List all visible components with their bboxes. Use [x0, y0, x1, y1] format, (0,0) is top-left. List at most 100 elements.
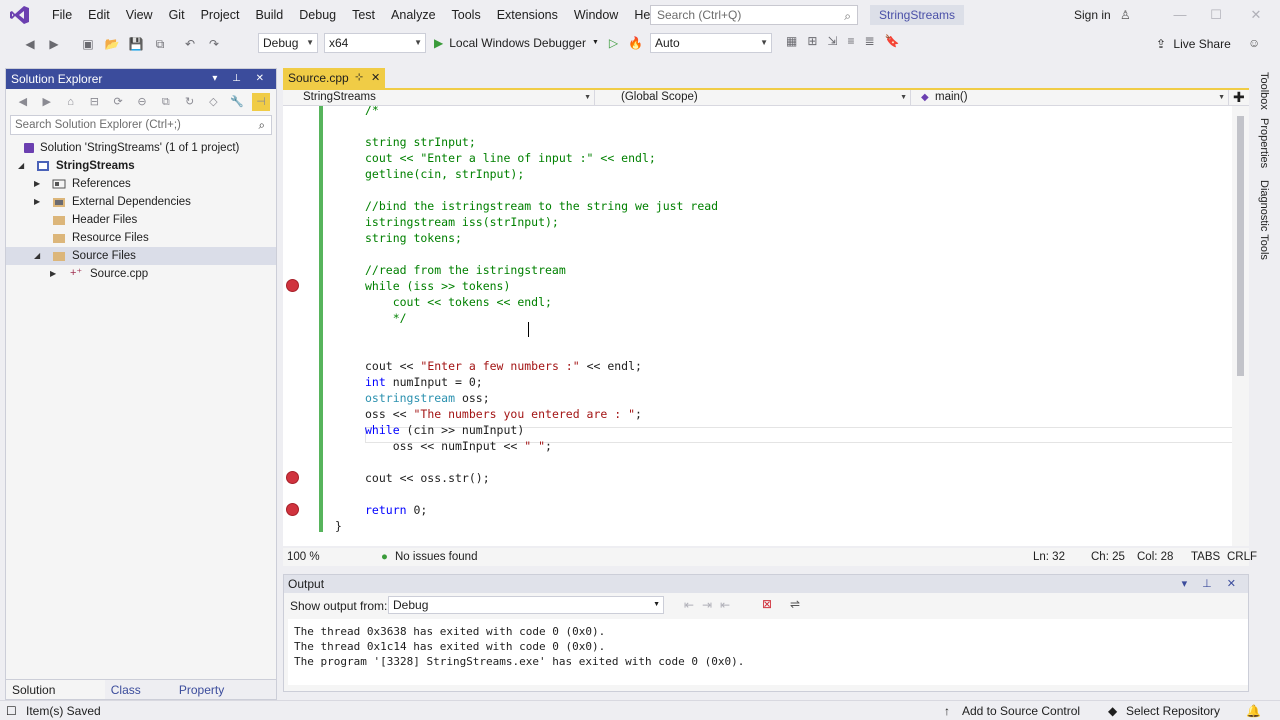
menu-file[interactable]: File — [44, 0, 80, 30]
pin-icon[interactable]: ⊣ — [252, 93, 270, 111]
tree-item-header-files[interactable]: Header Files — [6, 211, 276, 229]
output-text-area[interactable]: The thread 0x3638 has exited with code 0… — [288, 619, 1248, 685]
project-dropdown[interactable]: StringStreams ▼ — [283, 90, 595, 105]
code-line: string strInput; — [365, 135, 476, 149]
open-file-icon[interactable]: 📂 — [102, 34, 122, 54]
tab-property-manager[interactable]: Property Manager — [173, 680, 276, 717]
forward-icon[interactable]: ▶ — [38, 93, 56, 111]
editor-vertical-scrollbar[interactable] — [1232, 106, 1249, 546]
preview-icon[interactable]: ◇ — [205, 93, 223, 111]
breakpoint-icon[interactable] — [286, 471, 299, 484]
feedback-icon[interactable]: ☺ — [1248, 36, 1260, 50]
add-to-source-control-button[interactable]: Add to Source Control — [962, 701, 1080, 720]
select-repository-button[interactable]: Select Repository — [1126, 701, 1220, 720]
uncomment-icon[interactable]: ≣ — [864, 34, 874, 48]
collapse-all-icon[interactable]: ⊖ — [133, 93, 151, 111]
breakpoint-icon[interactable] — [286, 279, 299, 292]
tree-item-resource-files[interactable]: Resource Files — [6, 229, 276, 247]
tree-item-solution[interactable]: Solution 'StringStreams' (1 of 1 project… — [6, 139, 276, 157]
save-all-icon[interactable]: ⧉ — [150, 34, 170, 54]
output-title: Output — [288, 577, 325, 591]
side-tab-diagnostic-tools[interactable]: Diagnostic Tools — [1258, 180, 1270, 260]
expanded-arrow-icon[interactable]: ◢ — [18, 157, 24, 175]
refresh-icon[interactable]: ↻ — [181, 93, 199, 111]
menu-extensions[interactable]: Extensions — [489, 0, 566, 30]
tree-item-references[interactable]: ▶ References — [6, 175, 276, 193]
tab-class-view[interactable]: Class View — [105, 680, 173, 717]
output-nav-icons[interactable]: ⇤⇥⇤ — [684, 598, 738, 612]
platform-dropdown[interactable]: x64 ▼ — [324, 33, 426, 53]
expanded-arrow-icon[interactable]: ◢ — [34, 247, 40, 265]
hot-reload-icon[interactable]: 🔥 — [628, 33, 643, 53]
sync-icon[interactable]: ⟳ — [109, 93, 127, 111]
close-icon[interactable]: ✕ — [371, 68, 380, 88]
save-icon[interactable]: 💾 — [126, 34, 146, 54]
collapsed-arrow-icon[interactable]: ▶ — [34, 193, 40, 211]
undo-icon[interactable]: ↶ — [180, 34, 200, 54]
word-wrap-icon[interactable]: ⇌ — [790, 597, 800, 611]
tab-source-cpp[interactable]: Source.cpp ⊹ ✕ — [283, 68, 385, 88]
editor-navigation-bar: StringStreams ▼ (Global Scope) ▼ ◆ main(… — [283, 89, 1249, 106]
notifications-icon[interactable]: 🔔 — [1246, 701, 1261, 720]
issues-status[interactable]: No issues found — [395, 548, 477, 566]
new-project-icon[interactable]: ▣ — [78, 34, 98, 54]
panel-header-icons[interactable]: ▾ ⊥ ✕ — [1182, 575, 1242, 593]
side-tab-toolbox[interactable]: Toolbox — [1258, 72, 1270, 110]
step-icon[interactable]: ⇲ — [827, 34, 837, 48]
menu-analyze[interactable]: Analyze — [383, 0, 443, 30]
home-icon[interactable]: ⌂ — [62, 93, 80, 111]
menu-test[interactable]: Test — [344, 0, 383, 30]
collapsed-arrow-icon[interactable]: ▶ — [50, 265, 56, 283]
collapsed-arrow-icon[interactable]: ▶ — [34, 175, 40, 193]
global-search-input[interactable]: Search (Ctrl+Q) ⌕ — [650, 5, 858, 25]
zoom-level[interactable]: 100 % — [287, 548, 320, 566]
panel-header-icons[interactable]: ▾ ⊥ ✕ — [212, 69, 270, 89]
forward-icon[interactable]: ▶ — [44, 34, 64, 54]
menu-window[interactable]: Window — [566, 0, 626, 30]
solution-explorer-search-input[interactable]: Search Solution Explorer (Ctrl+;) ⌕ — [10, 115, 272, 135]
tab-solution-explorer[interactable]: Solution Explorer — [6, 680, 105, 717]
configuration-dropdown[interactable]: Debug ▼ — [258, 33, 318, 53]
comment-icon[interactable]: ≡ — [847, 34, 854, 48]
code-editor[interactable]: /* string strInput; cout << "Enter a lin… — [283, 106, 1249, 546]
line-ending[interactable]: CRLF — [1227, 548, 1257, 566]
member-dropdown[interactable]: ◆ main() ▼ — [915, 90, 1229, 105]
scrollbar-thumb[interactable] — [1237, 116, 1244, 376]
tree-item-external-dependencies[interactable]: ▶ External Dependencies — [6, 193, 276, 211]
format-icon[interactable]: ⊞ — [807, 34, 817, 48]
close-window-button[interactable]: ✕ — [1236, 0, 1276, 30]
tree-item-source-files[interactable]: ◢ Source Files — [6, 247, 276, 265]
menu-build[interactable]: Build — [247, 0, 291, 30]
scope-dropdown[interactable]: (Global Scope) ▼ — [599, 90, 911, 105]
menu-view[interactable]: View — [118, 0, 161, 30]
split-editor-icon[interactable]: ✚ — [1233, 89, 1245, 106]
side-tab-properties[interactable]: Properties — [1258, 118, 1270, 168]
indent-mode[interactable]: TABS — [1191, 548, 1220, 566]
menu-project[interactable]: Project — [193, 0, 248, 30]
sign-in-button[interactable]: Sign in ♙ — [1074, 0, 1131, 30]
back-icon[interactable]: ◀ — [14, 93, 32, 111]
redo-icon[interactable]: ↷ — [204, 34, 224, 54]
output-source-dropdown[interactable]: Debug ▼ — [388, 596, 664, 614]
clear-all-icon[interactable]: ⊠ — [762, 597, 772, 611]
switch-views-icon[interactable]: ⊟ — [85, 93, 103, 111]
auto-dropdown[interactable]: Auto ▼ — [650, 33, 772, 53]
layout-icon[interactable]: ▦ — [786, 34, 797, 48]
menu-edit[interactable]: Edit — [80, 0, 118, 30]
tree-item-source-cpp[interactable]: ▶ +⁺ Source.cpp — [6, 265, 276, 283]
start-without-debugging-icon[interactable]: ▷ — [609, 33, 618, 53]
start-debugging-button[interactable]: ▶ Local Windows Debugger ▼ ▷ 🔥 — [434, 33, 643, 53]
back-icon[interactable]: ◀ — [20, 34, 40, 54]
menu-tools[interactable]: Tools — [444, 0, 489, 30]
maximize-button[interactable]: ☐ — [1196, 0, 1236, 30]
show-all-files-icon[interactable]: ⧉ — [157, 93, 175, 111]
live-share-button[interactable]: ⇪ Live Share — [1156, 30, 1231, 58]
bookmark-icon[interactable]: 🔖 — [885, 34, 900, 48]
tree-item-project[interactable]: ◢ StringStreams — [6, 157, 276, 175]
pin-icon[interactable]: ⊹ — [355, 68, 363, 88]
minimize-button[interactable]: — — [1160, 0, 1200, 30]
breakpoint-icon[interactable] — [286, 503, 299, 516]
menu-debug[interactable]: Debug — [291, 0, 344, 30]
properties-icon[interactable]: 🔧 — [228, 93, 246, 111]
menu-git[interactable]: Git — [161, 0, 193, 30]
